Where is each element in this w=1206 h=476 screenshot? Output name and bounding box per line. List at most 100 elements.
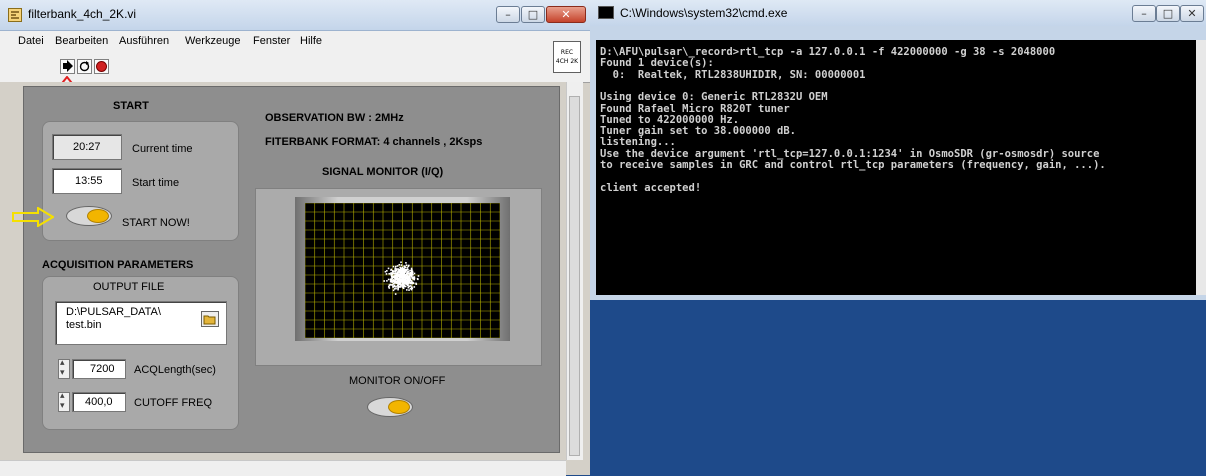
- iq-sample-point: [396, 271, 399, 273]
- start-now-label: START NOW!: [122, 217, 190, 229]
- yellow-arrow-annotation: [12, 207, 54, 227]
- iq-sample-point: [404, 280, 407, 283]
- signal-monitor-heading: SIGNAL MONITOR (I/Q): [322, 166, 444, 178]
- filterbank-format-text: FITERBANK FORMAT: 4 channels , 2Ksps: [265, 136, 483, 148]
- iq-sample-point: [411, 272, 413, 275]
- toolbar: [0, 51, 590, 83]
- menu-bar: Datei Bearbeiten Ausführen Werkzeuge Fen…: [0, 31, 590, 51]
- cmd-close-button[interactable]: ✕: [1180, 5, 1204, 22]
- cmd-console[interactable]: D:\AFU\pulsar\_record>rtl_tcp -a 127.0.0…: [596, 40, 1196, 295]
- current-time-indicator: 20:27: [52, 134, 122, 160]
- iq-sample-point: [399, 276, 401, 279]
- cmd-app-icon: [598, 6, 614, 19]
- iq-sample-point: [401, 266, 404, 269]
- iq-sample-point: [398, 285, 400, 288]
- cmd-line: listening...: [600, 136, 676, 149]
- iq-sample-point: [405, 274, 407, 276]
- vertical-scrollbar[interactable]: [566, 82, 583, 460]
- cmd-maximize-button[interactable]: □: [1156, 5, 1180, 22]
- iq-sample-point: [411, 271, 414, 273]
- cmd-minimize-button[interactable]: –: [1132, 5, 1156, 22]
- iq-sample-point: [392, 265, 395, 268]
- run-continuously-icon[interactable]: [77, 59, 92, 74]
- cmd-line: Tuned to 422000000 Hz.: [600, 113, 740, 126]
- start-heading: START: [113, 100, 149, 112]
- iq-sample-point: [413, 286, 416, 288]
- close-button[interactable]: ✕: [546, 6, 586, 23]
- iq-sample-point: [404, 278, 407, 280]
- iq-sample-point: [391, 273, 394, 275]
- iq-sample-point: [397, 278, 399, 280]
- menu-fenster[interactable]: Fenster: [253, 35, 290, 47]
- iq-sample-point: [394, 293, 397, 295]
- iq-sample-point: [400, 264, 403, 266]
- window-title: filterbank_4ch_2K.vi: [28, 7, 137, 21]
- start-now-button[interactable]: [66, 206, 112, 226]
- iq-sample-point: [399, 271, 402, 274]
- iq-sample-point: [397, 281, 399, 284]
- iq-sample-point: [387, 267, 390, 270]
- iq-sample-point: [405, 289, 408, 291]
- iq-sample-point: [401, 270, 404, 272]
- iq-sample-point: [415, 283, 418, 286]
- iq-sample-point: [405, 262, 407, 264]
- cutoff-label: CUTOFF FREQ: [134, 397, 213, 409]
- iq-sample-point: [392, 289, 395, 292]
- iq-sample-point: [404, 269, 407, 272]
- iq-sample-point: [395, 274, 397, 277]
- iq-sample-point: [388, 272, 390, 275]
- iq-sample-point: [388, 287, 391, 289]
- cutoff-spinner[interactable]: [58, 390, 70, 412]
- iq-sample-point: [398, 263, 401, 266]
- iq-sample-point: [410, 282, 412, 285]
- iq-sample-point: [402, 270, 405, 273]
- start-time-field[interactable]: 13:55: [52, 168, 122, 194]
- menu-werkzeuge[interactable]: Werkzeuge: [185, 35, 240, 47]
- iq-sample-point: [400, 261, 402, 264]
- maximize-button[interactable]: □: [521, 6, 545, 23]
- iq-sample-point: [413, 276, 416, 278]
- iq-sample-point: [394, 278, 397, 280]
- iq-sample-point: [395, 287, 397, 290]
- folder-browse-button[interactable]: [201, 311, 219, 327]
- run-icon[interactable]: [60, 59, 75, 74]
- iq-sample-point: [388, 284, 391, 287]
- cutoff-field[interactable]: 400,0: [72, 392, 126, 412]
- minimize-button[interactable]: –: [496, 6, 520, 23]
- iq-sample-point: [405, 264, 408, 267]
- iq-sample-point: [396, 265, 399, 267]
- menu-datei[interactable]: Datei: [18, 35, 44, 47]
- iq-sample-point: [393, 272, 396, 275]
- iq-sample-point: [417, 275, 420, 277]
- horizontal-scrollbar[interactable]: [0, 460, 566, 476]
- iq-sample-point: [411, 268, 413, 271]
- iq-sample-point: [399, 268, 402, 270]
- vertical-scroll-thumb[interactable]: [569, 96, 580, 456]
- iq-sample-point: [392, 285, 394, 288]
- cmd-scrollbar[interactable]: [1196, 40, 1206, 295]
- iq-sample-point: [385, 273, 388, 275]
- iq-sample-point: [393, 280, 395, 282]
- iq-sample-point: [403, 267, 406, 269]
- iq-sample-point: [404, 285, 407, 288]
- iq-sample-point: [398, 281, 401, 284]
- iq-sample-point: [399, 266, 401, 269]
- acq-length-spinner[interactable]: [58, 357, 70, 379]
- menu-hilfe[interactable]: Hilfe: [300, 35, 322, 47]
- cmd-line: Using device 0: Generic RTL2832U OEM: [600, 91, 828, 104]
- iq-sample-point: [399, 274, 402, 276]
- iq-sample-point: [394, 271, 397, 273]
- menu-ausfuehren[interactable]: Ausführen: [119, 35, 169, 47]
- acq-length-field[interactable]: 7200: [72, 359, 126, 379]
- iq-sample-point: [386, 270, 388, 272]
- iq-sample-point: [403, 271, 406, 274]
- iq-sample-point: [400, 280, 403, 282]
- iq-sample-point: [398, 269, 400, 271]
- output-file-heading: OUTPUT FILE: [93, 281, 165, 293]
- abort-icon[interactable]: [94, 59, 109, 74]
- labview-title-bar: filterbank_4ch_2K.vi – □ ✕: [0, 0, 590, 31]
- iq-sample-point: [395, 268, 398, 270]
- menu-bearbeiten[interactable]: Bearbeiten: [55, 35, 108, 47]
- iq-sample-point: [411, 286, 413, 288]
- monitor-toggle-button[interactable]: [367, 397, 413, 417]
